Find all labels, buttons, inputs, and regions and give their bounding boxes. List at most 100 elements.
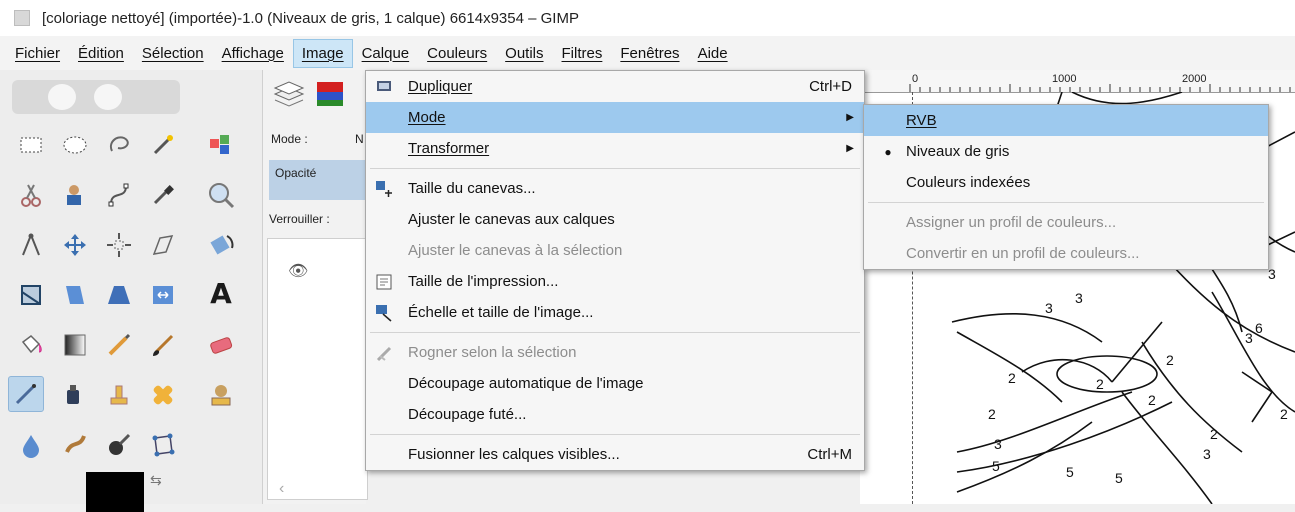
cage-transform-icon[interactable] xyxy=(146,428,180,462)
opacity-label: Opacité xyxy=(275,166,317,180)
blur-icon[interactable] xyxy=(14,428,48,462)
menu-selection[interactable]: Sélection xyxy=(133,39,213,68)
image-menu: Dupliquer Ctrl+D Mode ▶ Transformer ▶ Ta… xyxy=(365,70,865,471)
menu-calque[interactable]: Calque xyxy=(353,39,419,68)
canvas-number: 6 xyxy=(1255,320,1263,336)
menu-item-label: Découpage futé... xyxy=(408,406,527,423)
crop-tool-icon[interactable] xyxy=(14,278,48,312)
menu-item-taille-canevas[interactable]: Taille du canevas... xyxy=(366,173,864,204)
menu-item-label: Fusionner les calques visibles... xyxy=(408,446,620,463)
canvas-number: 2 xyxy=(1280,406,1288,422)
radio-bullet-icon: ● xyxy=(884,144,892,159)
channels-tab-icon[interactable] xyxy=(313,78,347,112)
fuzzy-select-icon[interactable] xyxy=(146,128,180,162)
menu-item-transformer[interactable]: Transformer ▶ xyxy=(366,133,864,164)
swap-colors-icon[interactable]: ⇆ xyxy=(150,472,162,489)
pencil-icon[interactable] xyxy=(102,328,136,362)
gradient-icon[interactable] xyxy=(58,328,92,362)
menu-item-niveaux-gris[interactable]: ● Niveaux de gris xyxy=(864,136,1268,167)
menu-item-shortcut: Ctrl+D xyxy=(809,78,852,95)
menu-item-rogner-selection: Rogner selon la sélection xyxy=(366,337,864,368)
menu-item-couleurs-indexees[interactable]: Couleurs indexées xyxy=(864,167,1268,198)
menu-item-echelle-taille[interactable]: Échelle et taille de l'image... xyxy=(366,297,864,328)
canvas-number: 2 xyxy=(1008,370,1016,386)
menu-separator xyxy=(868,202,1264,203)
eraser-icon[interactable] xyxy=(204,328,238,362)
ellipse-select-icon[interactable] xyxy=(58,128,92,162)
perspective-icon[interactable] xyxy=(102,278,136,312)
ruler-tick-label: 1000 xyxy=(1052,73,1077,85)
canvas-number: 3 xyxy=(1045,300,1053,316)
scale-tool-icon[interactable] xyxy=(146,278,180,312)
toolbox: A ⇆ xyxy=(0,70,262,512)
menu-fichier[interactable]: Fichier xyxy=(6,39,69,68)
ink-icon[interactable] xyxy=(58,378,92,412)
menu-item-label: Rogner selon la sélection xyxy=(408,344,577,361)
menu-outils[interactable]: Outils xyxy=(496,39,552,68)
foreground-color-swatch[interactable] xyxy=(86,472,144,512)
menu-item-label: Transformer xyxy=(408,140,490,157)
wilber-drop-zone[interactable] xyxy=(12,80,180,114)
rect-select-icon[interactable] xyxy=(14,128,48,162)
clone-icon[interactable] xyxy=(102,378,136,412)
menu-item-label: Échelle et taille de l'image... xyxy=(408,304,594,321)
menu-item-label: Niveaux de gris xyxy=(906,143,1010,160)
dodge-burn-icon[interactable] xyxy=(102,428,136,462)
measure-icon[interactable] xyxy=(14,228,48,262)
layers-list[interactable]: 👁 xyxy=(267,238,368,500)
heal-icon[interactable] xyxy=(146,378,180,412)
shear-icon[interactable] xyxy=(146,228,180,262)
move-icon[interactable] xyxy=(58,228,92,262)
paintbrush-icon[interactable] xyxy=(146,328,180,362)
visibility-eye-icon[interactable]: 👁 xyxy=(288,261,308,281)
menu-image[interactable]: Image xyxy=(292,38,353,68)
menu-edition[interactable]: Édition xyxy=(69,39,133,68)
menu-separator xyxy=(370,434,860,435)
layers-dock: Mode : N Opacité Verrouiller : 👁 ‹ xyxy=(262,70,368,504)
zoom-icon[interactable] xyxy=(204,178,238,212)
menu-item-ajuster-canevas-calques[interactable]: Ajuster le canevas aux calques xyxy=(366,204,864,235)
menu-item-fusionner-calques[interactable]: Fusionner les calques visibles... Ctrl+M xyxy=(366,439,864,470)
perspective-clone-icon[interactable] xyxy=(204,378,238,412)
select-by-color-icon[interactable] xyxy=(204,128,238,162)
menu-filtres[interactable]: Filtres xyxy=(553,39,612,68)
rotate-icon[interactable] xyxy=(204,228,238,262)
text-tool-icon[interactable]: A xyxy=(204,276,238,310)
menu-item-rvb[interactable]: RVB xyxy=(864,105,1268,136)
scissors-icon[interactable] xyxy=(14,178,48,212)
canvas-number: 5 xyxy=(992,458,1000,474)
menu-item-decoupage-auto[interactable]: Découpage automatique de l'image xyxy=(366,368,864,399)
menu-aide[interactable]: Aide xyxy=(689,39,737,68)
menu-item-dupliquer[interactable]: Dupliquer Ctrl+D xyxy=(366,71,864,102)
menu-fenetres[interactable]: Fenêtres xyxy=(611,39,688,68)
layers-tab-icon[interactable] xyxy=(271,78,305,112)
menu-item-mode[interactable]: Mode ▶ xyxy=(366,102,864,133)
mode-value[interactable]: N xyxy=(355,132,364,146)
menu-couleurs[interactable]: Couleurs xyxy=(418,39,496,68)
bucket-fill-icon[interactable] xyxy=(14,328,48,362)
lock-label: Verrouiller : xyxy=(269,212,330,226)
menu-item-label: Dupliquer xyxy=(408,78,473,95)
menu-item-label: Découpage automatique de l'image xyxy=(408,375,644,392)
menu-affichage[interactable]: Affichage xyxy=(213,39,293,68)
canvas-number: 2 xyxy=(1166,352,1174,368)
airbrush-icon[interactable] xyxy=(8,376,44,412)
menu-item-label: Taille de l'impression... xyxy=(408,273,559,290)
opacity-slider[interactable]: Opacité xyxy=(269,160,366,200)
menu-item-decoupage-fute[interactable]: Découpage futé... xyxy=(366,399,864,430)
menu-item-label: Couleurs indexées xyxy=(906,174,1031,191)
scale-image-icon xyxy=(374,303,394,323)
color-picker-icon[interactable] xyxy=(146,178,180,212)
menu-item-label: Assigner un profil de couleurs... xyxy=(906,214,1117,231)
align-icon[interactable] xyxy=(102,228,136,262)
lasso-icon[interactable] xyxy=(102,128,136,162)
smudge-icon[interactable] xyxy=(58,428,92,462)
scroll-left-arrow[interactable]: ‹ xyxy=(279,480,284,498)
foreground-select-icon[interactable] xyxy=(58,178,92,212)
menu-bar: Fichier Édition Sélection Affichage Imag… xyxy=(0,36,1295,70)
menu-item-taille-impression[interactable]: Taille de l'impression... xyxy=(366,266,864,297)
menu-item-label: Taille du canevas... xyxy=(408,180,536,197)
flip-icon[interactable] xyxy=(58,278,92,312)
menu-item-assigner-profil: Assigner un profil de couleurs... xyxy=(864,207,1268,238)
paths-icon[interactable] xyxy=(102,178,136,212)
